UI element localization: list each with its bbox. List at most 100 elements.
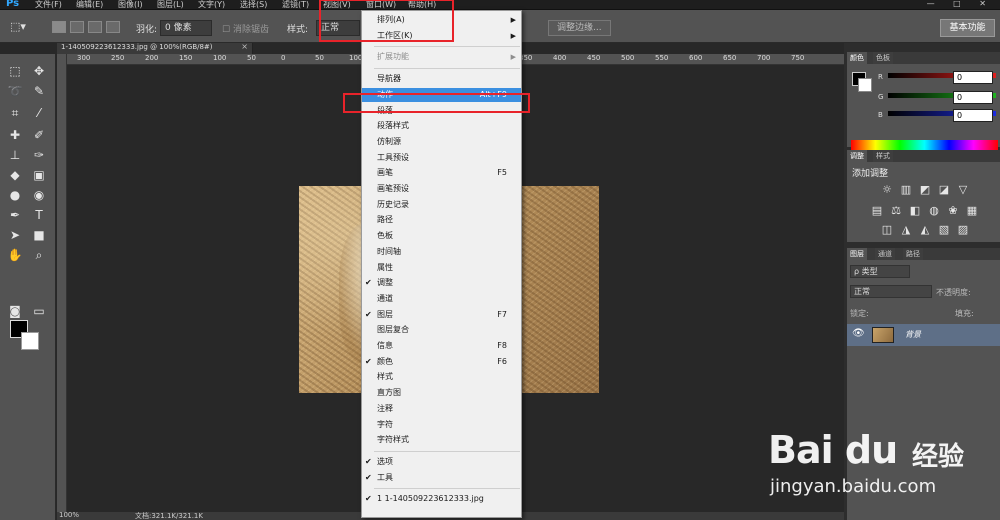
window-menu-item[interactable]: 时间轴 <box>362 245 521 259</box>
pen-tool-icon[interactable]: ✒ <box>5 208 25 222</box>
posterize-icon[interactable]: ◮ <box>898 223 914 236</box>
invert-icon[interactable]: ◫ <box>879 223 895 236</box>
history-brush-icon[interactable]: ✑ <box>29 148 49 162</box>
curves-icon[interactable]: ◩ <box>917 183 933 196</box>
menu-window[interactable]: 窗口(W) <box>366 0 396 10</box>
window-menu-item[interactable]: 图层复合 <box>362 323 521 337</box>
menu-select[interactable]: 选择(S) <box>240 0 267 10</box>
window-menu-item[interactable]: 信息 F8 <box>362 339 521 353</box>
window-menu-item[interactable]: 工具预设 <box>362 151 521 165</box>
window-menu-item[interactable]: ✔ 调整 <box>362 276 521 290</box>
lasso-tool-icon[interactable]: ➰ <box>5 84 25 98</box>
window-menu-item[interactable]: 导航器 <box>362 72 521 86</box>
zoom-level[interactable]: 100% <box>59 511 79 519</box>
window-menu-item[interactable]: 通道 <box>362 292 521 306</box>
window-menu-item[interactable]: 注释 <box>362 402 521 416</box>
vibrance-icon[interactable]: ▽ <box>955 183 971 196</box>
style-select[interactable]: 正常 <box>316 20 360 36</box>
menu-layer[interactable]: 图层(L) <box>157 0 184 10</box>
window-menu-item[interactable]: 仿制源 <box>362 135 521 149</box>
levels-icon[interactable]: ▥ <box>898 183 914 196</box>
window-menu-item[interactable]: ✔ 选项 <box>362 455 521 469</box>
window-menu-item[interactable]: 历史记录 <box>362 198 521 212</box>
tab-paths[interactable]: 路径 <box>903 248 923 260</box>
subtract-selection-icon[interactable] <box>88 21 102 33</box>
workspace-switcher[interactable]: 基本功能 <box>940 19 995 37</box>
window-menu-item[interactable]: 直方图 <box>362 386 521 400</box>
antialias-checkbox[interactable]: ☐ 消除锯齿 <box>222 22 269 35</box>
threshold-icon[interactable]: ◭ <box>917 223 933 236</box>
photo-filter-icon[interactable]: ◍ <box>926 204 942 217</box>
window-menu-item[interactable]: ✔ 图层 F7 <box>362 308 521 322</box>
menu-image[interactable]: 图像(I) <box>118 0 143 10</box>
close-icon[interactable]: × <box>241 42 248 51</box>
red-value[interactable]: 0 <box>953 71 993 84</box>
visibility-eye-icon[interactable]: 👁 <box>852 328 865 339</box>
window-menu-item[interactable]: ✔ 颜色 F6 <box>362 355 521 369</box>
eyedropper-tool-icon[interactable]: ⁄ <box>29 106 49 120</box>
window-menu-item[interactable]: 动作 Alt+F9 <box>362 87 521 102</box>
eraser-tool-icon[interactable]: ◆ <box>5 168 25 182</box>
window-menu-item[interactable]: 工作区(K) ▶ <box>362 29 521 43</box>
hand-tool-icon[interactable]: ✋ <box>5 248 25 262</box>
window-menu-item[interactable]: 样式 <box>362 370 521 384</box>
window-menu-item[interactable]: ✔ 1 1-140509223612333.jpg <box>362 492 521 506</box>
feather-input[interactable]: 0 像素 <box>160 20 212 36</box>
blur-tool-icon[interactable]: ● <box>5 188 25 202</box>
new-selection-icon[interactable] <box>52 21 66 33</box>
healing-brush-icon[interactable]: ✚ <box>5 128 25 142</box>
exposure-icon[interactable]: ◪ <box>936 183 952 196</box>
window-menu-item[interactable]: 段落样式 <box>362 119 521 133</box>
blue-value[interactable]: 0 <box>953 109 993 122</box>
window-menu-item[interactable]: 字符样式 <box>362 433 521 447</box>
selective-color-icon[interactable]: ▨ <box>955 223 971 236</box>
crop-tool-icon[interactable]: ⌗ <box>5 106 25 121</box>
layer-row[interactable]: 👁 背景 <box>847 324 1000 346</box>
clone-stamp-icon[interactable]: ⊥ <box>5 148 25 162</box>
menu-filter[interactable]: 滤镜(T) <box>282 0 309 10</box>
window-menu-item[interactable]: 色板 <box>362 229 521 243</box>
tab-swatches[interactable]: 色板 <box>873 52 893 64</box>
quick-select-tool-icon[interactable]: ✎ <box>29 84 49 98</box>
marquee-tool-icon[interactable]: ⬚ <box>5 64 25 78</box>
rectangle-tool-icon[interactable]: ■ <box>29 228 49 242</box>
color-lookup-icon[interactable]: ▦ <box>964 204 980 217</box>
window-menu-item[interactable]: 画笔 F5 <box>362 166 521 180</box>
tab-styles[interactable]: 样式 <box>873 150 893 162</box>
window-controls[interactable]: — □ ✕ <box>927 0 994 8</box>
gradient-tool-icon[interactable]: ▣ <box>29 168 49 182</box>
blend-mode-select[interactable]: 正常 <box>850 285 932 298</box>
layer-filter-select[interactable]: ρ 类型 <box>850 265 910 278</box>
channel-mixer-icon[interactable]: ❀ <box>945 204 961 217</box>
hue-saturation-icon[interactable]: ▤ <box>869 204 885 217</box>
layer-name[interactable]: 背景 <box>905 329 921 340</box>
zoom-tool-icon[interactable]: ⌕ <box>29 248 49 263</box>
menu-view[interactable]: 视图(V) <box>323 0 351 10</box>
color-bg-swatch[interactable] <box>858 78 872 92</box>
window-menu-item[interactable]: 画笔预设 <box>362 182 521 196</box>
path-select-icon[interactable]: ➤ <box>5 228 25 242</box>
menu-type[interactable]: 文字(Y) <box>198 0 225 10</box>
gradient-map-icon[interactable]: ▧ <box>936 223 952 236</box>
window-menu-item[interactable]: ✔ 工具 <box>362 471 521 485</box>
screen-mode-icon[interactable]: ▭ <box>29 304 49 318</box>
menu-file[interactable]: 文件(F) <box>35 0 62 10</box>
black-white-icon[interactable]: ◧ <box>907 204 923 217</box>
background-color-swatch[interactable] <box>21 332 39 350</box>
tab-color[interactable]: 颜色 <box>847 52 867 64</box>
type-tool-icon[interactable]: T <box>29 208 49 222</box>
intersect-selection-icon[interactable] <box>106 21 120 33</box>
move-tool-icon[interactable]: ✥ <box>29 64 49 78</box>
menu-edit[interactable]: 编辑(E) <box>76 0 103 10</box>
menu-help[interactable]: 帮助(H) <box>408 0 436 10</box>
window-menu-item[interactable]: 段落 <box>362 104 521 118</box>
window-menu-item[interactable]: 属性 <box>362 261 521 275</box>
dodge-tool-icon[interactable]: ◉ <box>29 188 49 202</box>
tab-channels[interactable]: 通道 <box>875 248 895 260</box>
add-selection-icon[interactable] <box>70 21 84 33</box>
refine-edge-button[interactable]: 调整边缘... <box>548 20 611 36</box>
window-menu-item[interactable]: 路径 <box>362 213 521 227</box>
brush-tool-icon[interactable]: ✐ <box>29 128 49 142</box>
document-tab[interactable]: 1-140509223612333.jpg @ 100%(RGB/8#) × <box>57 42 253 54</box>
marquee-tool-preset-icon[interactable]: ⬚▾ <box>10 20 26 33</box>
